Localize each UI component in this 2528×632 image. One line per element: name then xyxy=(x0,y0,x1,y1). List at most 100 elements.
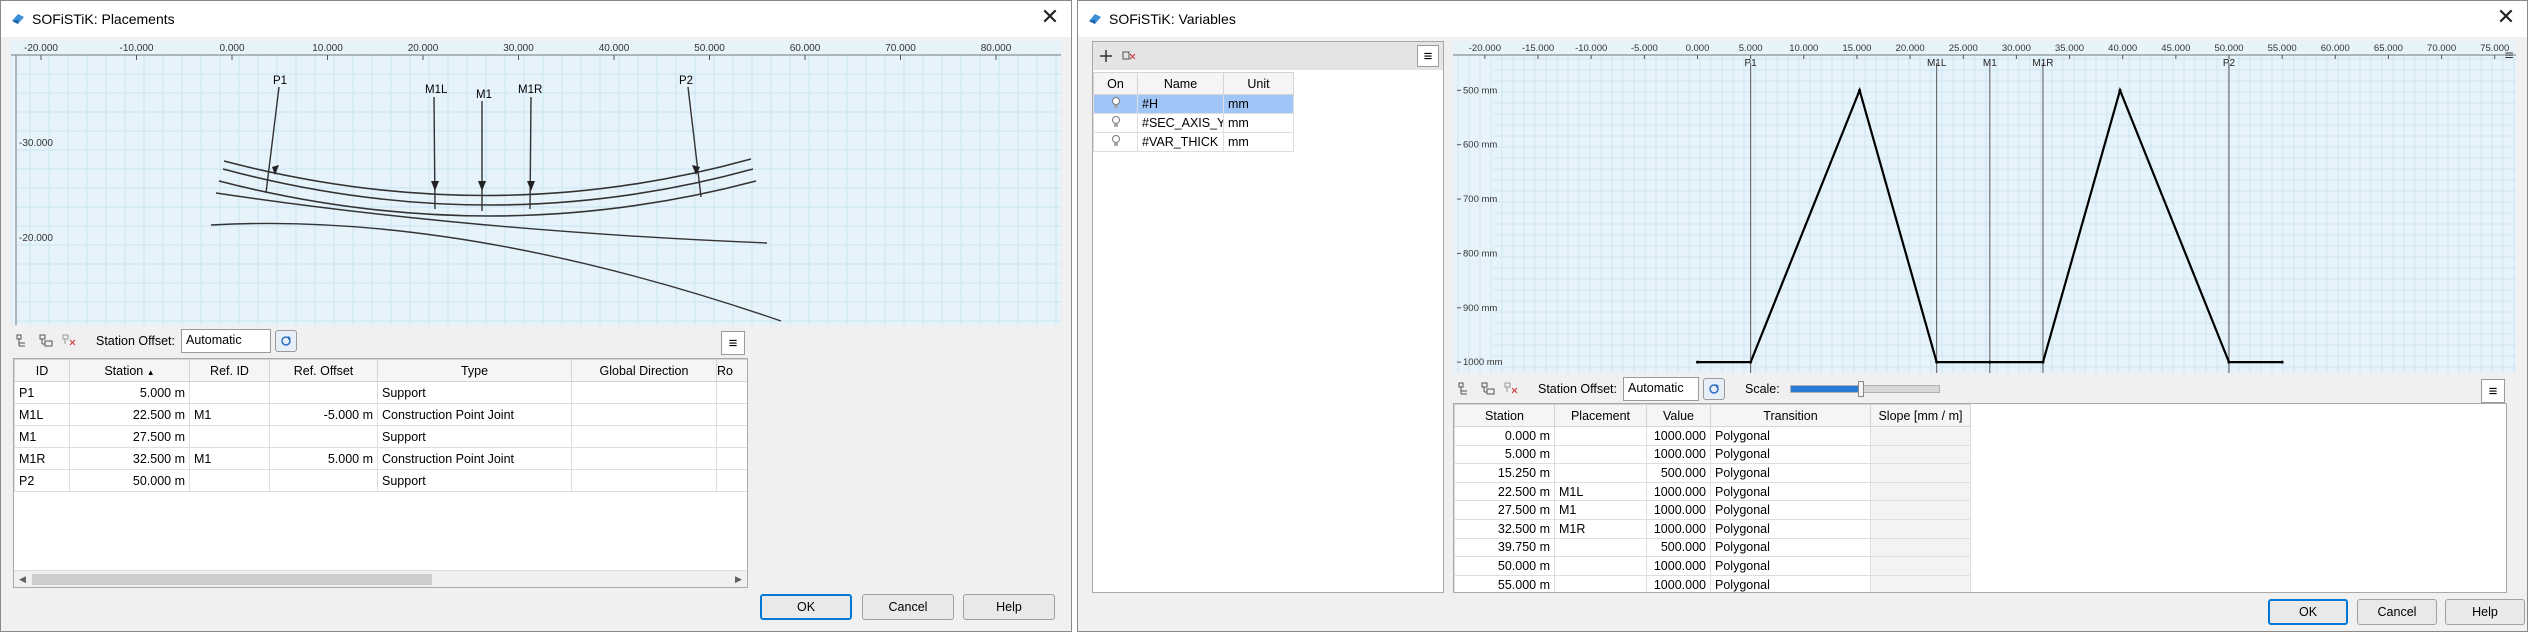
cell-station[interactable]: 15.250 m xyxy=(1454,463,1555,483)
col-ref-id[interactable]: Ref. ID xyxy=(189,359,270,382)
table-row[interactable]: P2 50.000 m Support xyxy=(14,469,747,492)
cell-type[interactable]: Construction Point Joint xyxy=(377,447,572,470)
cell-transition[interactable]: Polygonal xyxy=(1710,518,1871,539)
variable-unit[interactable]: mm xyxy=(1223,94,1294,114)
cell-id[interactable]: P1 xyxy=(14,381,70,404)
cell-station[interactable]: 22.500 m xyxy=(1454,481,1555,502)
cell-ro[interactable] xyxy=(716,403,747,426)
table-row[interactable]: 0.000 m 1000.000 Polygonal xyxy=(1454,426,1971,446)
station-offset-combo[interactable]: Automatic xyxy=(180,329,271,353)
col-station[interactable]: Station ▲ xyxy=(69,359,190,382)
cell-transition[interactable]: Polygonal xyxy=(1710,463,1871,483)
cell-station[interactable]: 50.000 m xyxy=(69,469,190,492)
cell-ref-id[interactable] xyxy=(189,469,270,492)
values-menu-icon[interactable]: ≡ xyxy=(2481,379,2505,403)
ok-button[interactable]: OK xyxy=(2268,599,2348,625)
table-row[interactable]: P1 5.000 m Support xyxy=(14,381,747,404)
cell-station[interactable]: 55.000 m xyxy=(1454,574,1555,592)
cell-slope[interactable] xyxy=(1870,556,1971,576)
cell-placement[interactable] xyxy=(1554,463,1647,483)
scale-slider[interactable] xyxy=(1789,381,1940,397)
cell-station[interactable]: 32.500 m xyxy=(69,447,190,470)
ok-button[interactable]: OK xyxy=(760,594,852,620)
cell-transition[interactable]: Polygonal xyxy=(1710,481,1871,502)
col-unit[interactable]: Unit xyxy=(1223,72,1294,95)
cell-value[interactable]: 1000.000 xyxy=(1646,518,1711,539)
cell-type[interactable]: Construction Point Joint xyxy=(377,403,572,426)
col-on[interactable]: On xyxy=(1093,72,1138,95)
cell-station[interactable]: 39.750 m xyxy=(1454,537,1555,558)
variable-unit[interactable]: mm xyxy=(1223,113,1294,133)
cell-placement[interactable]: M1 xyxy=(1554,500,1647,520)
refresh-icon[interactable] xyxy=(1702,378,1725,400)
cell-type[interactable]: Support xyxy=(377,425,572,448)
cell-global-direction[interactable] xyxy=(571,381,717,404)
cell-id[interactable]: M1L xyxy=(14,403,70,426)
delete-row-icon[interactable] xyxy=(59,331,79,351)
cell-ref-offset[interactable] xyxy=(269,425,378,448)
cell-transition[interactable]: Polygonal xyxy=(1710,444,1871,465)
cell-transition[interactable]: Polygonal xyxy=(1710,426,1871,446)
col-transition[interactable]: Transition xyxy=(1710,404,1871,427)
cell-ref-offset[interactable]: 5.000 m xyxy=(269,447,378,470)
cell-station[interactable]: 50.000 m xyxy=(1454,556,1555,576)
table-row[interactable]: M1L 22.500 m M1 -5.000 m Construction Point … xyxy=(14,403,747,426)
chart-menu-icon[interactable]: ≡ xyxy=(2504,48,2514,62)
col-type[interactable]: Type xyxy=(377,359,572,382)
col-slope[interactable]: Slope [mm / m] xyxy=(1870,404,1971,427)
cell-ref-offset[interactable] xyxy=(269,381,378,404)
station-offset-combo[interactable]: Automatic xyxy=(1622,377,1699,401)
variable-row[interactable]: #H mm xyxy=(1093,94,1294,114)
cell-ref-offset[interactable] xyxy=(269,469,378,492)
add-variable-icon[interactable] xyxy=(1096,46,1116,66)
cell-value[interactable]: 1000.000 xyxy=(1646,500,1711,520)
col-name[interactable]: Name xyxy=(1137,72,1224,95)
help-button[interactable]: Help xyxy=(963,594,1055,620)
cell-ro[interactable] xyxy=(716,447,747,470)
cell-id[interactable]: P2 xyxy=(14,469,70,492)
cell-value[interactable]: 1000.000 xyxy=(1646,574,1711,592)
cell-ref-id[interactable]: M1 xyxy=(189,447,270,470)
table-row[interactable]: 50.000 m 1000.000 Polygonal xyxy=(1454,556,1971,576)
col-placement[interactable]: Placement xyxy=(1554,404,1647,427)
col-ro[interactable]: Ro xyxy=(716,359,747,382)
cell-slope[interactable] xyxy=(1870,574,1971,592)
cell-transition[interactable]: Polygonal xyxy=(1710,537,1871,558)
cell-ro[interactable] xyxy=(716,425,747,448)
col-id[interactable]: ID xyxy=(14,359,70,382)
table-menu-icon[interactable]: ≡ xyxy=(721,331,745,355)
cell-value[interactable]: 1000.000 xyxy=(1646,444,1711,465)
cell-transition[interactable]: Polygonal xyxy=(1710,500,1871,520)
tree-view-icon[interactable] xyxy=(13,331,33,351)
horizontal-scrollbar[interactable]: ◀ ▶ xyxy=(14,570,747,587)
table-row[interactable]: 22.500 m M1L 1000.000 Polygonal xyxy=(1454,481,1971,502)
cell-placement[interactable]: M1R xyxy=(1554,518,1647,539)
variable-chart[interactable]: -20.000 -15.000 -10.000 -5.000 0.000 5.000 10.… xyxy=(1453,41,2516,373)
cell-transition[interactable]: Polygonal xyxy=(1710,556,1871,576)
table-row[interactable]: M1R 32.500 m M1 5.000 m Construction Point J… xyxy=(14,447,747,470)
table-row[interactable]: 39.750 m 500.000 Polygonal xyxy=(1454,537,1971,558)
cell-value[interactable]: 1000.000 xyxy=(1646,426,1711,446)
delete-row-icon[interactable] xyxy=(1501,379,1521,399)
delete-variable-icon[interactable] xyxy=(1119,46,1139,66)
variables-menu-icon[interactable]: ≡ xyxy=(1417,45,1439,67)
cell-placement[interactable] xyxy=(1554,426,1647,446)
cell-value[interactable]: 1000.000 xyxy=(1646,556,1711,576)
col-global-direction[interactable]: Global Direction xyxy=(571,359,717,382)
variable-row[interactable]: #VAR_THICK mm xyxy=(1093,132,1294,152)
table-row[interactable]: 5.000 m 1000.000 Polygonal xyxy=(1454,444,1971,465)
cell-ref-id[interactable]: M1 xyxy=(189,403,270,426)
scroll-left-icon[interactable]: ◀ xyxy=(14,571,31,587)
close-icon[interactable]: ✕ xyxy=(1037,5,1063,31)
variable-visible-toggle[interactable] xyxy=(1093,132,1138,152)
cell-station[interactable]: 27.500 m xyxy=(69,425,190,448)
tree-view-icon[interactable] xyxy=(1455,379,1475,399)
cell-type[interactable]: Support xyxy=(377,381,572,404)
cell-slope[interactable] xyxy=(1870,444,1971,465)
close-icon[interactable]: ✕ xyxy=(2493,5,2519,31)
cell-ref-id[interactable] xyxy=(189,425,270,448)
cell-ro[interactable] xyxy=(716,381,747,404)
table-row[interactable]: 15.250 m 500.000 Polygonal xyxy=(1454,463,1971,483)
cell-station[interactable]: 0.000 m xyxy=(1454,426,1555,446)
cell-id[interactable]: M1 xyxy=(14,425,70,448)
